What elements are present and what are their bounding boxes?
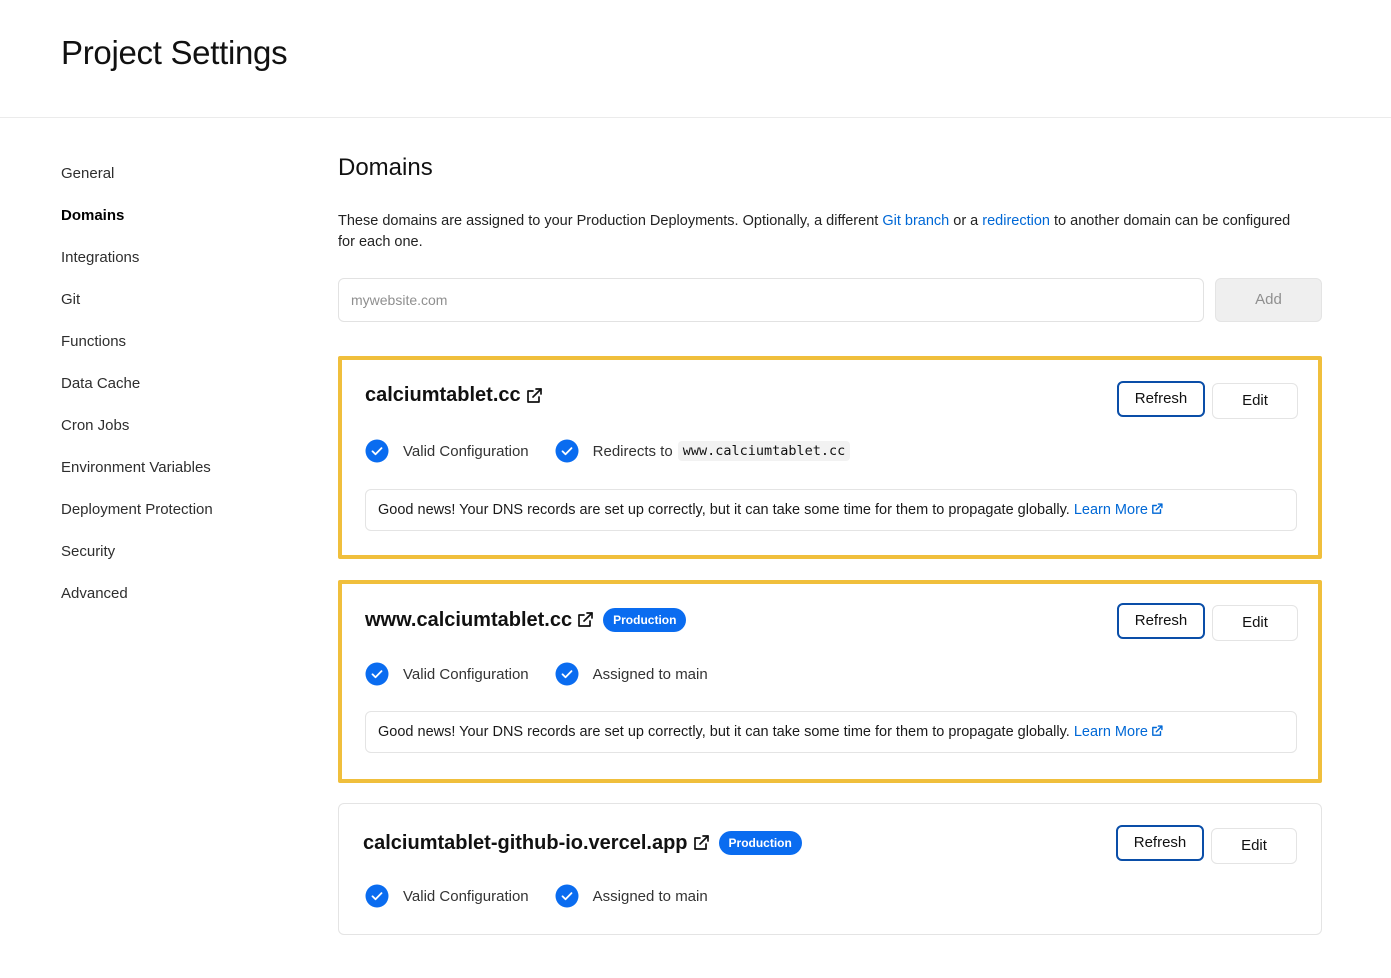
refresh-button[interactable]: Refresh [1116,825,1204,861]
domain-header: calciumtablet.cc [365,384,544,407]
external-link-icon[interactable] [1150,714,1164,754]
domain-name[interactable]: calciumtablet.cc [365,384,521,407]
redirect-status: Redirects to www.calciumtablet.cc [555,439,851,463]
domain-card-www-calciumtablet: www.calciumtablet.cc Production Refresh … [338,580,1322,783]
production-badge: Production [603,608,687,632]
notice-text: Good news! Your DNS records are set up c… [378,724,1070,740]
edit-button[interactable]: Edit [1212,383,1298,419]
description-text-1: These domains are assigned to your Produ… [338,213,883,229]
external-link-icon[interactable] [524,386,544,406]
dns-notice: Good news! Your DNS records are set up c… [365,711,1297,753]
external-link-icon[interactable] [1150,492,1164,532]
redirection-link[interactable]: redirection [982,213,1050,229]
domain-input[interactable] [338,278,1204,322]
edit-button[interactable]: Edit [1212,605,1298,641]
status-label: Redirects to [592,442,673,460]
status-label: Valid Configuration [403,442,529,460]
domain-card-vercel-app: calciumtablet-github-io.vercel.app Produ… [338,803,1322,935]
sidebar-item-integrations[interactable]: Integrations [61,234,301,276]
description-text-2: or a [949,213,983,229]
refresh-button[interactable]: Refresh [1117,603,1205,639]
settings-sidebar: General Domains Integrations Git Functio… [61,150,301,612]
add-domain-button[interactable]: Add [1215,278,1322,322]
assigned-branch-status: Assigned to main [555,884,708,908]
production-badge: Production [718,831,802,855]
dns-notice: Good news! Your DNS records are set up c… [365,489,1297,531]
external-link-icon[interactable] [575,610,595,630]
check-circle-icon [365,884,389,908]
redirect-target: www.calciumtablet.cc [677,441,851,461]
domain-header: www.calciumtablet.cc Production [365,608,687,632]
domain-name[interactable]: calciumtablet-github-io.vercel.app [363,832,688,855]
sidebar-item-functions[interactable]: Functions [61,318,301,360]
domain-name[interactable]: www.calciumtablet.cc [365,609,572,632]
status-row: Valid Configuration Redirects to www.cal… [365,439,876,463]
status-row: Valid Configuration Assigned to main [365,662,734,686]
sidebar-item-environment-variables[interactable]: Environment Variables [61,444,301,486]
check-circle-icon [365,439,389,463]
sidebar-item-deployment-protection[interactable]: Deployment Protection [61,486,301,528]
notice-text: Good news! Your DNS records are set up c… [378,502,1070,518]
learn-more-link[interactable]: Learn More [1074,502,1148,518]
check-circle-icon [365,662,389,686]
valid-configuration-status: Valid Configuration [365,439,529,463]
status-label: Valid Configuration [403,887,529,905]
assigned-branch-status: Assigned to main [555,662,708,686]
check-circle-icon [555,662,579,686]
section-title: Domains [338,154,433,181]
domains-description: These domains are assigned to your Produ… [338,211,1298,253]
status-row: Valid Configuration Assigned to main [365,884,734,908]
status-label: Assigned to main [592,665,708,683]
domain-header: calciumtablet-github-io.vercel.app Produ… [363,831,802,855]
refresh-button[interactable]: Refresh [1117,381,1205,417]
status-label: Assigned to main [592,887,708,905]
valid-configuration-status: Valid Configuration [365,884,529,908]
check-circle-icon [555,439,579,463]
status-label: Valid Configuration [403,665,529,683]
sidebar-item-advanced[interactable]: Advanced [61,570,301,612]
sidebar-item-security[interactable]: Security [61,528,301,570]
sidebar-item-git[interactable]: Git [61,276,301,318]
edit-button[interactable]: Edit [1211,828,1297,864]
page-title: Project Settings [61,34,288,71]
page-header: Project Settings [0,0,1391,118]
sidebar-item-cron-jobs[interactable]: Cron Jobs [61,402,301,444]
learn-more-link[interactable]: Learn More [1074,724,1148,740]
git-branch-link[interactable]: Git branch [882,213,949,229]
sidebar-item-domains[interactable]: Domains [61,192,301,234]
domain-card-calciumtablet: calciumtablet.cc Refresh Edit Valid Conf… [338,356,1322,559]
external-link-icon[interactable] [691,833,711,853]
valid-configuration-status: Valid Configuration [365,662,529,686]
sidebar-item-general[interactable]: General [61,150,301,192]
sidebar-item-data-cache[interactable]: Data Cache [61,360,301,402]
check-circle-icon [555,884,579,908]
